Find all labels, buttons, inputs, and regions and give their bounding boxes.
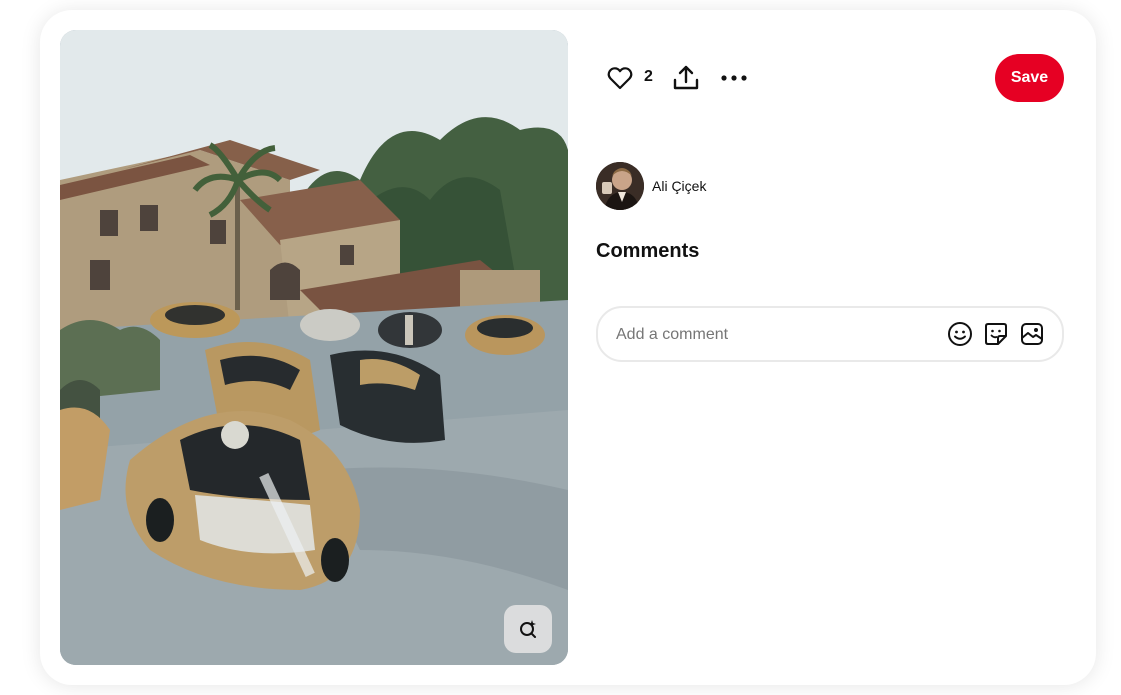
like-button[interactable] (604, 64, 636, 92)
author-name[interactable]: Ali Çiçek (652, 178, 706, 194)
emoji-button[interactable] (946, 320, 974, 348)
add-image-button[interactable] (1018, 320, 1046, 348)
ellipsis-icon (721, 75, 747, 81)
image-icon (1021, 323, 1043, 345)
avatar-image (596, 162, 644, 210)
visual-search-icon (520, 620, 536, 638)
sticker-icon (985, 323, 1007, 345)
comments-heading: Comments (596, 240, 700, 262)
comment-composer (596, 306, 1064, 362)
comment-input[interactable] (614, 308, 938, 362)
share-button[interactable] (670, 62, 702, 94)
pin-photo (60, 30, 568, 665)
sticker-button[interactable] (982, 320, 1010, 348)
pin-closeup-card: 2 Save Ali Çiçek Comments Add a comment (40, 10, 1096, 685)
emoji-icon (948, 322, 972, 346)
pin-author[interactable]: Ali Çiçek (596, 162, 706, 210)
pin-action-bar: 2 Save (596, 54, 1064, 102)
like-count: 2 (644, 68, 653, 85)
save-button[interactable]: Save (995, 54, 1064, 102)
visual-search-button[interactable] (504, 605, 552, 653)
share-icon (673, 65, 699, 90)
pin-image[interactable] (60, 30, 568, 665)
avatar[interactable] (596, 162, 644, 210)
more-options-button[interactable] (718, 62, 750, 94)
heart-icon (607, 67, 633, 90)
pin-details-panel: 2 Save Ali Çiçek Comments Add a comment (596, 10, 1064, 685)
